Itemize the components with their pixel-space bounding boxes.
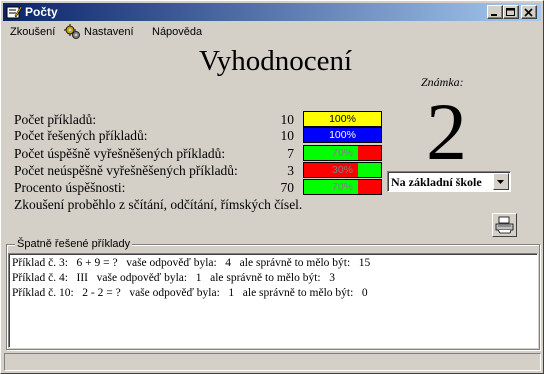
progress-bar-solved: 100% xyxy=(303,127,382,143)
pencil-icon xyxy=(6,5,22,19)
progress-bar-correct: 70% xyxy=(303,145,382,161)
menu-nastaveni[interactable]: Nastavení xyxy=(84,25,134,39)
progress-bar-total: 100% xyxy=(303,111,382,127)
stat-value-solved: 10 xyxy=(280,128,295,143)
app-window: Počty Zkoušení Nastavení Nápověda Vyhodn… xyxy=(0,0,544,374)
menu-bar: Zkoušení Nastavení Nápověda xyxy=(3,22,541,42)
maximize-button[interactable] xyxy=(503,5,519,19)
status-bar xyxy=(4,353,541,371)
list-item[interactable]: Příklad č. 3: 6 + 9 = ? vaše odpověď byl… xyxy=(12,256,370,270)
school-level-select[interactable]: Na základní škole xyxy=(387,171,511,192)
gears-icon xyxy=(64,24,80,39)
progress-text: 100% xyxy=(329,129,356,141)
stat-label-percent: Procento úspěšnosti: xyxy=(14,180,126,195)
dropdown-button[interactable] xyxy=(493,173,509,190)
maximize-icon xyxy=(506,8,515,16)
progress-text: 70% xyxy=(331,147,353,159)
stat-value-wrong: 3 xyxy=(287,163,294,178)
title-bar[interactable]: Počty xyxy=(3,3,541,21)
chevron-down-icon xyxy=(497,180,504,184)
stat-value-total: 10 xyxy=(280,112,295,127)
printer-icon xyxy=(495,216,514,234)
page-title: Vyhodnocení xyxy=(199,45,353,77)
minimize-icon xyxy=(491,14,497,16)
stat-label-correct: Počet úspěšně vyřešněšených příkladů: xyxy=(14,146,226,161)
menu-napoveda[interactable]: Nápověda xyxy=(152,25,202,39)
progress-bar-percent: 70% xyxy=(303,179,382,195)
minimize-button[interactable] xyxy=(487,5,503,19)
progress-text: 30% xyxy=(331,164,353,176)
stat-value-correct: 7 xyxy=(287,146,294,161)
close-button[interactable] xyxy=(521,5,537,19)
stat-value-percent: 70 xyxy=(280,180,295,195)
summary-text: Zkoušení proběhlo z sčítání, odčítání, ř… xyxy=(14,197,303,212)
select-value: Na základní škole xyxy=(391,175,482,189)
list-item[interactable]: Příklad č. 4: III vaše odpověď byla: 1 a… xyxy=(12,271,335,285)
progress-bar-wrong: 30% xyxy=(303,162,382,178)
grade-value: 2 xyxy=(426,86,467,177)
wrong-answers-list[interactable]: Příklad č. 3: 6 + 9 = ? vaše odpověď byl… xyxy=(8,253,538,348)
progress-text: 70% xyxy=(331,181,353,193)
stat-label-total: Počet příkladů: xyxy=(14,112,97,127)
stat-label-solved: Počet řešených příkladů: xyxy=(14,128,148,143)
menu-zkouseni[interactable]: Zkoušení xyxy=(10,25,55,39)
wrong-answers-group: Špatně řešené příklady Příklad č. 3: 6 +… xyxy=(6,237,540,350)
progress-text: 100% xyxy=(329,113,356,125)
close-icon xyxy=(524,8,533,17)
window-title: Počty xyxy=(25,5,58,19)
group-title: Špatně řešené příklady xyxy=(15,237,133,251)
print-button[interactable] xyxy=(492,213,517,237)
stat-label-wrong: Počet neúspěšně vyřešněšených příkladů: xyxy=(14,163,238,178)
list-item[interactable]: Příklad č. 10: 2 - 2 = ? vaše odpověď by… xyxy=(12,286,368,300)
